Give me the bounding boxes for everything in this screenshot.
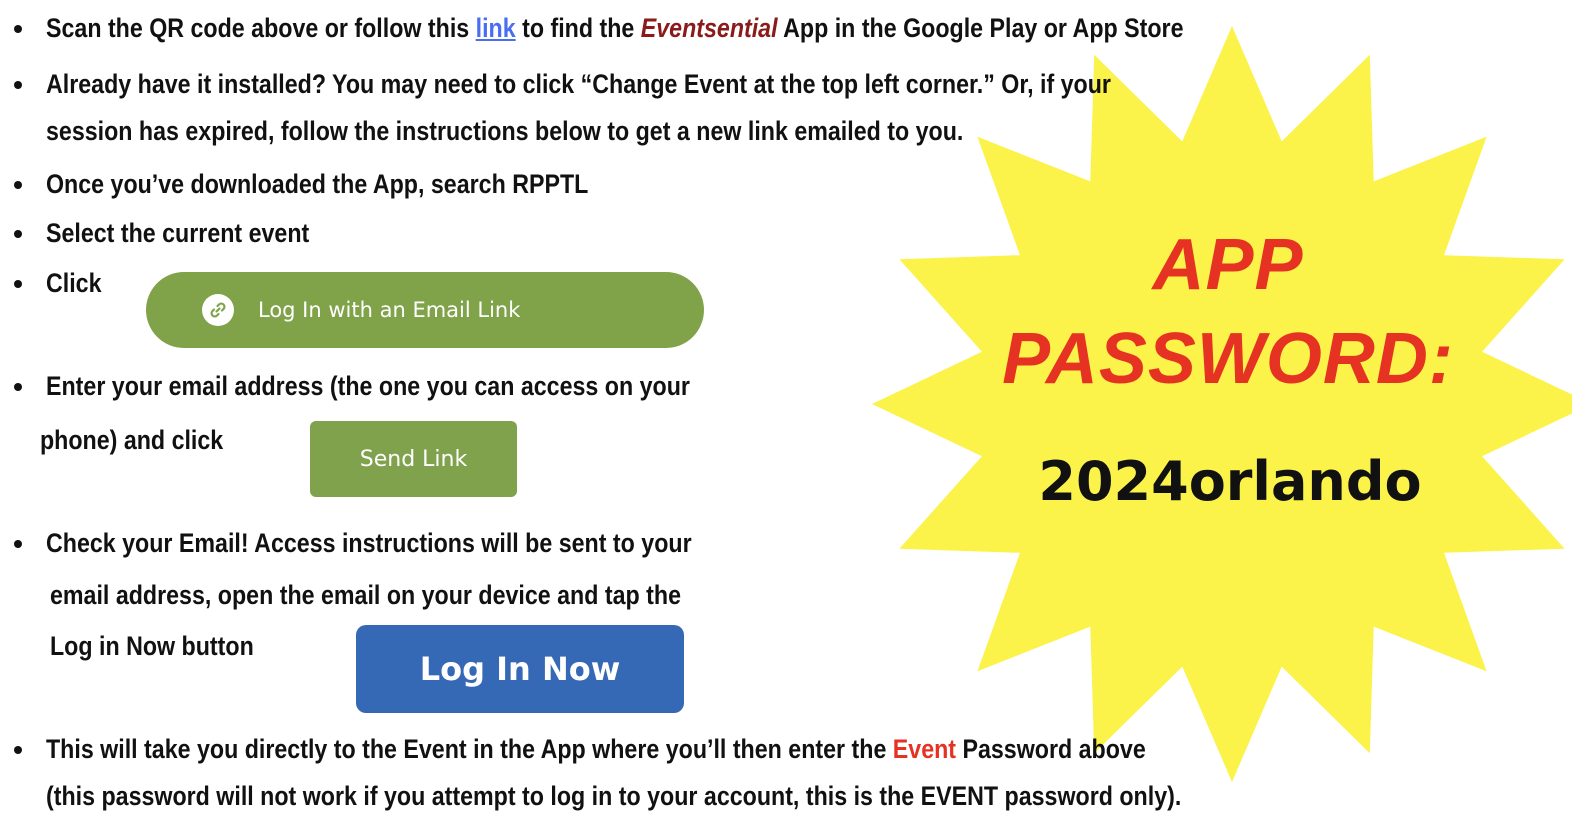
scan-text-before: Scan the QR code above or follow this [46, 13, 476, 43]
final-text-after: Password above [956, 734, 1146, 764]
brand-name: Eventsential [640, 13, 778, 43]
bullet [14, 81, 22, 89]
app-password-value: 2024orlando [1038, 450, 1422, 513]
instruction-check-line1: Check your Email! Access instructions wi… [46, 528, 692, 558]
send-link-button[interactable]: Send Link [310, 421, 517, 497]
app-password-heading-line2: PASSWORD: [1002, 319, 1454, 399]
instruction-final-line1: This will take you directly to the Event… [46, 733, 1146, 765]
instruction-search: Once you’ve downloaded the App, search R… [46, 169, 589, 199]
instruction-installed-line1: Already have it installed? You may need … [46, 69, 1111, 99]
event-word: Event [892, 734, 957, 764]
bullet [14, 181, 22, 189]
scan-text-middle: to find the [515, 13, 641, 43]
scan-text-after: App in the Google Play or App Store [777, 13, 1184, 43]
app-store-link[interactable]: link [476, 13, 516, 43]
instruction-installed-line2: session has expired, follow the instruct… [46, 116, 964, 146]
email-link-button-label: Log In with an Email Link [258, 298, 521, 322]
bullet [14, 383, 22, 391]
instruction-check-line3: Log in Now button [50, 631, 254, 661]
log-in-with-email-link-button[interactable]: Log In with an Email Link [146, 272, 704, 348]
final-text-before: This will take you directly to the Event… [46, 734, 893, 764]
instruction-final-line2: (this password will not work if you atte… [46, 781, 1182, 811]
instruction-check-line2: email address, open the email on your de… [50, 580, 681, 610]
instruction-click: Click [46, 268, 102, 298]
bullet [14, 746, 22, 754]
bullet [14, 280, 22, 288]
app-password-heading-line1: APP [1152, 225, 1304, 305]
instruction-scan: Scan the QR code above or follow this li… [46, 12, 1183, 44]
bullet [14, 540, 22, 548]
log-in-now-button[interactable]: Log In Now [356, 625, 684, 713]
link-icon [202, 294, 234, 326]
instruction-enter-line2: phone) and click [40, 425, 224, 455]
instruction-select: Select the current event [46, 218, 310, 248]
bullet [14, 230, 22, 238]
instruction-enter-line1: Enter your email address (the one you ca… [46, 371, 690, 401]
bullet [14, 25, 22, 33]
